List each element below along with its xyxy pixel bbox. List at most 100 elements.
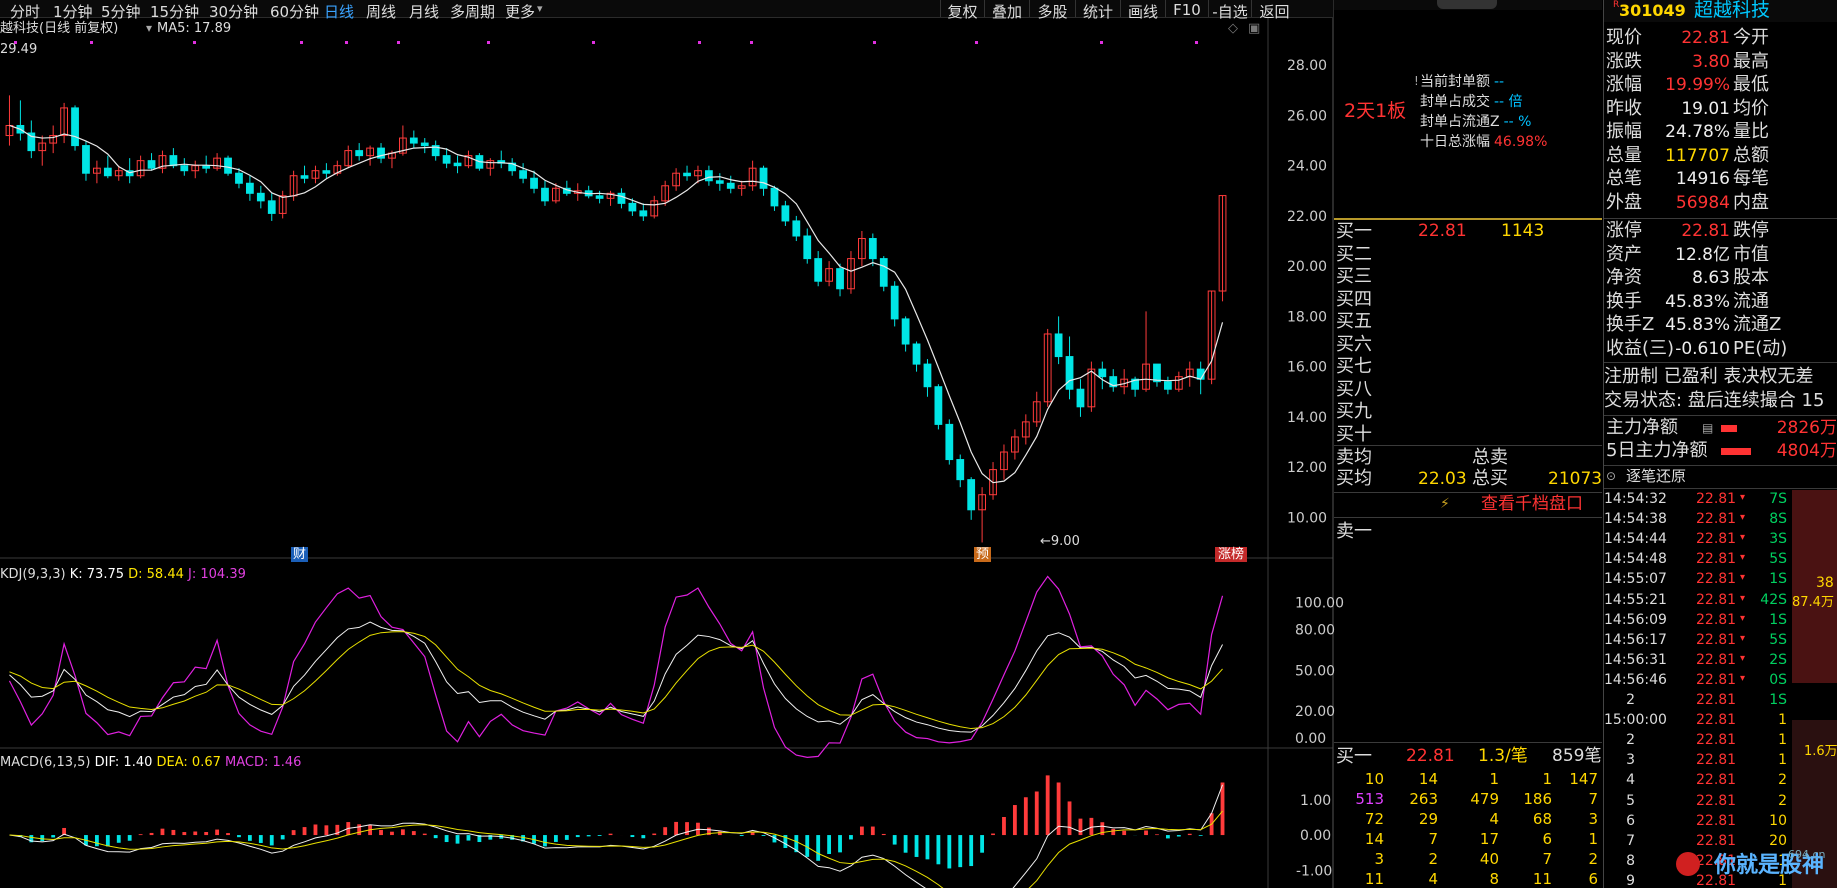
quote-label: 总笔 [1606,168,1642,189]
quote-label: 振幅 [1606,121,1642,142]
tick-price: 22.81 [1696,692,1737,708]
tick-price: 22.81 [1696,611,1737,628]
bid-divider [1334,218,1602,220]
quote-label-2: 均价 [1733,97,1769,119]
toolbar-btn-6[interactable]: -自选 [1208,0,1251,21]
buy-avg-value: 22.03 [1418,469,1467,489]
price-tick: 14.00 [1287,410,1327,426]
quote-label-2: 流通Z [1733,314,1782,335]
candle-body [814,258,823,282]
quote-value: 8.63 [1692,268,1730,288]
candle-body [442,155,451,164]
quote-label-2: 今开 [1733,27,1769,48]
toolbar-btn-1[interactable]: 叠加 [984,0,1029,21]
collapse-icon[interactable]: ⊙ [1606,470,1616,482]
tick-time: 2 [1626,732,1635,749]
seal-line-1: 封单占成交 -- 倍 [1420,95,1523,109]
queue-cell: 479 [1470,790,1499,808]
tick-time: 14:54:48 [1604,551,1667,568]
seal-line-2: 封单占流通Z -- % [1420,115,1531,129]
tab-0[interactable]: 分时 [10,1,40,22]
tab-7[interactable]: 周线 [366,1,396,22]
buy-level-label: 买七 [1336,356,1372,377]
price-tick: 16.00 [1287,360,1327,376]
price-tick: 18.00 [1287,309,1327,325]
tab-5[interactable]: 60分钟 [270,1,319,22]
tab-1[interactable]: 1分钟 [53,1,93,22]
tick-time: 14:56:09 [1604,611,1667,628]
tab-2[interactable]: 5分钟 [101,1,141,22]
tick-arrow-icon: ▾ [1740,612,1746,624]
more-chevron-icon[interactable]: ▾ [537,3,543,14]
panel-handle[interactable] [1437,0,1497,9]
quote-label: 收益(三) [1606,337,1675,359]
queue-cell: 186 [1523,790,1552,808]
toolbar-btn-2[interactable]: 多股 [1029,0,1075,21]
tick-volume: 5S [1769,551,1787,568]
tab-9[interactable]: 多周期 [450,1,495,22]
ma5-line [9,124,1224,484]
candle-body [82,145,90,174]
toolbar-btn-3[interactable]: 统计 [1075,0,1120,21]
trade-status: 交易状态: 盘后连续撮合 15 [1604,390,1825,411]
diamond-icon[interactable]: ◇ [1228,22,1238,35]
list-icon[interactable]: ▤ [1702,422,1713,434]
queue-cell: 4 [1489,810,1499,828]
ticks-title: 逐笔还原 [1626,467,1687,485]
book-divider-3 [1334,517,1602,518]
tick-price: 22.81 [1696,591,1737,608]
candle-body [781,205,790,222]
toolbar-btn-4[interactable]: 画线 [1120,0,1165,21]
toolbar-btn-5[interactable]: F10 [1165,0,1208,19]
queue-cell: 3 [1374,850,1384,868]
tab-6[interactable]: 日线 [324,1,354,22]
tab-3[interactable]: 15分钟 [150,1,199,22]
tick-time: 14:56:31 [1604,651,1667,668]
tab-4[interactable]: 30分钟 [209,1,258,22]
tick-volume: 8S [1769,511,1787,528]
candle-body [71,107,79,147]
event-dot [975,41,978,44]
quote-label: 涨停 [1606,220,1642,241]
tick-price: 22.81 [1696,712,1737,729]
queue-cell: 7 [1542,850,1552,868]
queue-cell: 263 [1409,790,1438,808]
event-dot [698,41,701,44]
board-count[interactable]: 2天1板 [1344,102,1406,121]
event-dot [750,41,753,44]
toolbar-btn-7[interactable]: 返回 [1251,0,1297,21]
sell-avg-label: 卖均 [1336,447,1372,468]
tab-8[interactable]: 月线 [409,1,439,22]
buy-total-label: 总买 [1472,468,1508,489]
dropdown-icon[interactable]: ▾ [146,22,152,34]
candle-body [453,162,462,167]
finance-marker[interactable]: 财 [291,547,309,562]
tick-time: 14:56:17 [1604,631,1667,648]
tick-arrow-icon: ▾ [1740,652,1746,664]
candle-body [180,165,189,172]
candle-body [715,180,724,184]
toolbar-btn-0[interactable]: 复权 [940,0,984,21]
tick-price: 22.81 [1696,511,1737,528]
sell1-label: 卖一 [1336,521,1372,542]
top-gainers-marker[interactable]: 涨榜 [1215,547,1248,562]
panel-toggle-icon[interactable]: ▣ [1248,22,1260,35]
tick-price: 22.81 [1696,752,1737,769]
seal-label: 十日总涨幅 [1420,134,1490,150]
quote-label: 涨幅 [1606,74,1642,95]
forecast-marker[interactable]: 预 [974,547,992,562]
side-value-3: 1.6万 [1804,744,1837,759]
tick-price: 22.81 [1696,651,1737,668]
main-net5-bar [1721,448,1751,455]
queue-cell: 6 [1588,870,1598,888]
queue-cell: 14 [1364,830,1384,848]
tick-volume: 7S [1769,491,1787,507]
candle-body [912,343,921,365]
tab-10[interactable]: 更多 [505,1,535,22]
tick-volume: 20 [1769,832,1787,849]
quote-label-2: 跌停 [1733,220,1769,241]
candle-body [934,386,943,425]
view-depth-link[interactable]: 查看千档盘口 [1481,496,1583,513]
candle-body [355,150,364,157]
candle-body [595,195,604,199]
